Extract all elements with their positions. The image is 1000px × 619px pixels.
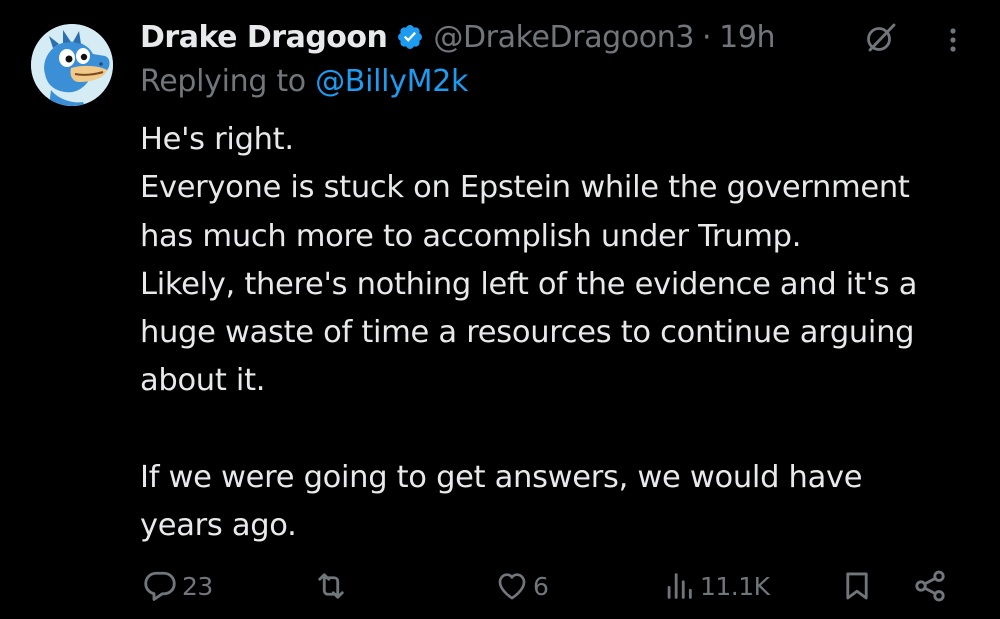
verified-badge-icon[interactable]: [396, 23, 424, 51]
reply-count: 23: [182, 571, 213, 601]
bookmark-button[interactable]: [840, 564, 874, 608]
like-button[interactable]: 6: [495, 564, 549, 608]
tweet-text-line: [140, 406, 980, 454]
handle[interactable]: @DrakeDragoon3: [433, 20, 694, 55]
timestamp[interactable]: 19h: [719, 20, 775, 55]
views-button[interactable]: 11.1K: [662, 564, 770, 608]
separator-dot: ·: [702, 19, 712, 55]
reply-icon: [142, 568, 178, 604]
tweet-text-line: huge waste of time a resources to contin…: [140, 315, 915, 351]
reply-prefix: Replying to: [140, 64, 306, 99]
like-count: 6: [533, 571, 549, 601]
views-count: 11.1K: [700, 571, 770, 601]
action-bar: 23 6 11.1K: [140, 564, 960, 608]
tweet-text-line: years ago.: [140, 508, 297, 544]
views-icon: [662, 569, 696, 603]
reply-button[interactable]: 23: [142, 564, 213, 608]
tweet-text-line: Everyone is stuck on Epstein while the g…: [140, 170, 910, 206]
tweet-text-line: Likely, there's nothing left of the evid…: [140, 266, 918, 302]
heart-icon: [495, 569, 529, 603]
tweet-text-line: If we were going to get answers, we woul…: [140, 460, 863, 496]
avatar[interactable]: [31, 24, 113, 106]
dragon-avatar-image: [31, 24, 113, 106]
repost-icon: [312, 568, 350, 604]
share-button[interactable]: [912, 564, 948, 608]
replying-to: Replying to @BillyM2k: [140, 64, 468, 99]
tweet-text: He's right. Everyone is stuck on Epstein…: [140, 116, 980, 551]
grok-icon[interactable]: [864, 21, 898, 55]
tweet-header: Drake Dragoon @DrakeDragoon3 · 19h: [140, 15, 970, 59]
reply-mention-link[interactable]: @BillyM2k: [315, 64, 468, 99]
tweet-text-line: about it.: [140, 363, 266, 399]
repost-button[interactable]: [312, 564, 354, 608]
tweet-text-line: has much more to accomplish under Trump.: [140, 218, 802, 254]
share-icon: [912, 568, 948, 604]
display-name[interactable]: Drake Dragoon: [140, 20, 388, 55]
tweet-text-line: He's right.: [140, 122, 294, 157]
more-vertical-icon[interactable]: [946, 23, 960, 57]
bookmark-icon: [840, 568, 874, 604]
